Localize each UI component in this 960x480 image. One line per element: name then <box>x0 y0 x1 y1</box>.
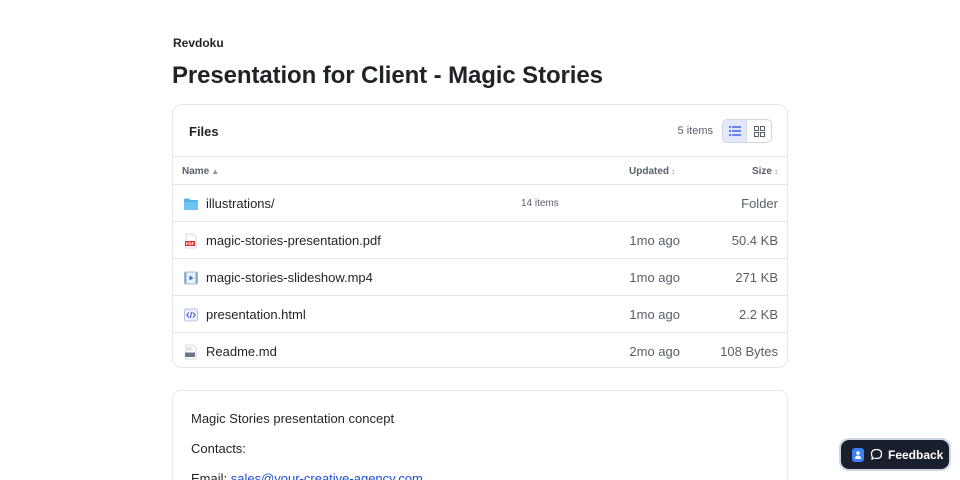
column-name[interactable]: Name ▲ <box>182 166 219 177</box>
sort-icon: ↕ <box>774 167 778 176</box>
readme-email-line: Email: sales@your-creative-agency.com <box>191 471 423 480</box>
readme-line: Contacts: <box>191 441 246 456</box>
table-row[interactable]: Readme.md 2mo ago 108 Bytes <box>173 333 787 367</box>
list-view-icon <box>728 126 741 136</box>
email-link[interactable]: sales@your-creative-agency.com <box>231 471 423 480</box>
file-name: magic-stories-slideshow.mp4 <box>206 270 373 285</box>
email-label: Email: <box>191 471 231 480</box>
markdown-file-icon <box>185 344 197 360</box>
brand-name[interactable]: Revdoku <box>173 36 224 50</box>
list-view-button[interactable] <box>723 120 747 142</box>
table-row[interactable]: illustrations/ 14 items Folder <box>173 185 787 222</box>
chat-bubble-icon <box>870 448 883 460</box>
files-card: Files 5 items Name ▲ Updated ↕ Size ↕ il… <box>172 104 788 368</box>
video-file-icon <box>184 271 198 285</box>
user-badge-icon <box>852 447 864 462</box>
file-size: 50.4 KB <box>731 233 778 248</box>
updated-time: 1mo ago <box>629 233 680 248</box>
table-row[interactable]: presentation.html 1mo ago 2.2 KB <box>173 296 787 333</box>
updated-time: 1mo ago <box>629 307 680 322</box>
page-title: Presentation for Client - Magic Stories <box>172 62 603 89</box>
file-name: presentation.html <box>206 307 306 322</box>
svg-text:PDF: PDF <box>186 241 195 246</box>
grid-view-button[interactable] <box>747 120 771 142</box>
file-size: Folder <box>741 196 778 211</box>
grid-view-icon <box>753 125 765 137</box>
sort-asc-icon: ▲ <box>211 167 220 176</box>
folder-icon <box>184 198 198 210</box>
files-card-header: Files 5 items <box>173 105 787 157</box>
sort-icon: ↕ <box>671 167 675 176</box>
items-count: 5 items <box>677 125 713 137</box>
column-updated[interactable]: Updated ↕ <box>629 166 675 177</box>
table-row[interactable]: magic-stories-slideshow.mp4 1mo ago 271 … <box>173 259 787 296</box>
feedback-button[interactable]: Feedback <box>841 440 949 469</box>
column-size[interactable]: Size ↕ <box>752 166 778 177</box>
file-size: 2.2 KB <box>738 307 778 322</box>
updated-time: 1mo ago <box>629 270 680 285</box>
readme-line: Magic Stories presentation concept <box>191 411 395 426</box>
view-toggle <box>722 119 772 143</box>
updated-time: 2mo ago <box>629 344 680 359</box>
pdf-file-icon: PDF <box>185 233 197 249</box>
files-heading: Files <box>189 124 219 139</box>
table-header: Name ▲ Updated ↕ Size ↕ <box>173 157 787 185</box>
file-size: 108 Bytes <box>720 344 778 359</box>
table-row[interactable]: PDF magic-stories-presentation.pdf 1mo a… <box>173 222 787 259</box>
file-name: illustrations/ <box>206 196 275 211</box>
folder-item-count: 14 items <box>521 198 559 209</box>
readme-card: Magic Stories presentation concept Conta… <box>172 390 788 480</box>
code-file-icon <box>184 308 198 322</box>
feedback-label: Feedback <box>888 447 944 462</box>
file-size: 271 KB <box>735 270 778 285</box>
file-name: magic-stories-presentation.pdf <box>206 233 381 248</box>
file-name: Readme.md <box>206 344 277 359</box>
